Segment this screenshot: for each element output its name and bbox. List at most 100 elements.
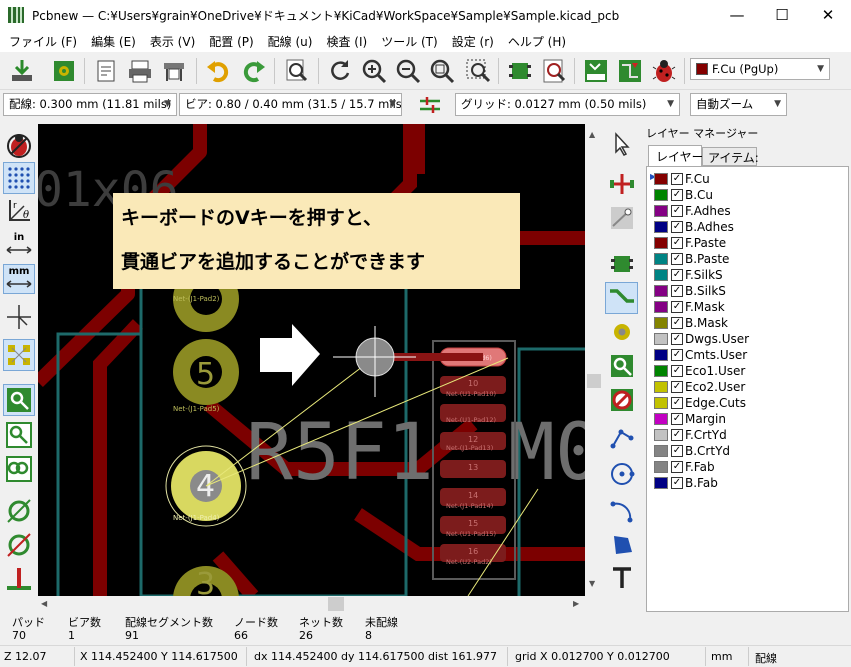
grid-toggle-button[interactable] (3, 162, 35, 194)
redo-icon[interactable] (240, 57, 268, 85)
horizontal-scroll-thumb[interactable] (328, 597, 344, 611)
save-board-icon[interactable] (8, 57, 36, 85)
grid-dropdown[interactable]: グリッド: 0.0127 mm (0.50 mils) ▼ (455, 93, 680, 116)
layer-visibility-checkbox[interactable]: ✓ (671, 189, 683, 201)
mm-units-button[interactable]: mm (3, 264, 35, 294)
layer-row-b-paste[interactable]: ✓ B.Paste (654, 251, 729, 267)
highlight-net-icon[interactable] (608, 170, 636, 198)
layer-visibility-checkbox[interactable]: ✓ (671, 221, 683, 233)
layer-visibility-checkbox[interactable]: ✓ (671, 381, 683, 393)
layer-row-dwgs-user[interactable]: ✓ Dwgs.User (654, 331, 749, 347)
add-keepout-icon[interactable] (608, 386, 636, 414)
layer-color-swatch[interactable] (654, 413, 668, 425)
route-track-button[interactable] (605, 282, 638, 314)
layer-color-swatch[interactable] (654, 333, 668, 345)
zoom-fit-icon[interactable] (428, 57, 456, 85)
menu-file[interactable]: ファイル (F) (2, 33, 84, 50)
undo-icon[interactable] (204, 57, 232, 85)
tab-items[interactable]: アイテム: (702, 147, 759, 166)
layer-visibility-checkbox[interactable]: ✓ (671, 461, 683, 473)
zoom-in-icon[interactable] (360, 57, 388, 85)
find-icon[interactable] (282, 57, 310, 85)
layer-row-f-fab[interactable]: ✓ F.Fab (654, 459, 715, 475)
vertical-scroll-thumb[interactable] (587, 374, 601, 388)
draw-line-icon[interactable] (608, 424, 636, 452)
layer-color-swatch[interactable] (654, 429, 668, 441)
print-icon[interactable] (126, 57, 154, 85)
layer-color-swatch[interactable] (654, 461, 668, 473)
footprint-viewer-icon[interactable] (540, 57, 568, 85)
menu-edit[interactable]: 編集 (E) (84, 33, 143, 50)
menu-tools[interactable]: ツール (T) (374, 33, 445, 50)
layer-color-swatch[interactable] (654, 477, 668, 489)
zone-fill-toggle-button[interactable] (3, 384, 35, 416)
board-setup-icon[interactable] (50, 57, 78, 85)
layer-color-swatch[interactable] (654, 397, 668, 409)
zoom-out-icon[interactable] (394, 57, 422, 85)
layer-visibility-checkbox[interactable]: ✓ (671, 365, 683, 377)
layer-row-f-cu[interactable]: ✓ F.Cu (654, 171, 710, 187)
local-ratsnest-icon[interactable] (608, 204, 636, 232)
layer-row-b-silks[interactable]: ✓ B.SilkS (654, 283, 726, 299)
layer-row-b-cu[interactable]: ✓ B.Cu (654, 187, 713, 203)
layer-row-eco2-user[interactable]: ✓ Eco2.User (654, 379, 745, 395)
ratsnest-toggle-button[interactable] (3, 339, 35, 371)
footprint-editor-icon[interactable] (506, 57, 534, 85)
layer-visibility-checkbox[interactable]: ✓ (671, 429, 683, 441)
draw-polygon-icon[interactable] (608, 530, 636, 558)
layer-color-swatch[interactable] (654, 221, 668, 233)
menu-preferences[interactable]: 設定 (r) (445, 33, 501, 50)
inch-units-button[interactable]: in (4, 232, 34, 258)
layer-color-swatch[interactable] (654, 285, 668, 297)
zone-sketch-icon[interactable] (4, 454, 34, 484)
select-cursor-icon[interactable] (608, 130, 636, 158)
scroll-left-icon[interactable]: ◀ (41, 599, 47, 608)
layer-visibility-checkbox[interactable]: ✓ (671, 445, 683, 457)
add-via-icon[interactable] (608, 318, 636, 346)
layer-row-b-fab[interactable]: ✓ B.Fab (654, 475, 718, 491)
layer-color-swatch[interactable] (654, 253, 668, 265)
layer-color-swatch[interactable] (654, 173, 668, 185)
layer-visibility-checkbox[interactable]: ✓ (671, 333, 683, 345)
drc-off-icon[interactable] (4, 130, 34, 160)
close-button[interactable]: ✕ (805, 0, 851, 30)
polar-coordinates-icon[interactable]: θr (4, 196, 34, 226)
menu-place[interactable]: 配置 (P) (202, 33, 260, 50)
draw-circle-icon[interactable] (608, 460, 636, 488)
add-text-icon[interactable] (608, 564, 636, 592)
layer-color-swatch[interactable] (654, 317, 668, 329)
layer-visibility-checkbox[interactable]: ✓ (671, 237, 683, 249)
minimize-button[interactable]: — (714, 0, 760, 30)
layer-visibility-checkbox[interactable]: ✓ (671, 413, 683, 425)
tab-layers[interactable]: レイヤー (648, 145, 704, 166)
drc-bug-icon[interactable] (650, 57, 678, 85)
layer-visibility-checkbox[interactable]: ✓ (671, 205, 683, 217)
track-sketch-icon[interactable] (4, 564, 34, 594)
draw-arc-icon[interactable] (608, 496, 636, 524)
layer-visibility-checkbox[interactable]: ✓ (671, 269, 683, 281)
update-pcb-icon[interactable] (616, 57, 644, 85)
layer-color-swatch[interactable] (654, 301, 668, 313)
layer-color-swatch[interactable] (654, 269, 668, 281)
scroll-up-icon[interactable]: ▲ (589, 130, 595, 139)
layer-row-f-paste[interactable]: ✓ F.Paste (654, 235, 726, 251)
via-sketch-icon[interactable] (4, 530, 34, 560)
via-size-dropdown[interactable]: ビア: 0.80 / 0.40 mm (31.5 / 15.7 mils) * ▼ (179, 93, 402, 116)
layer-row-f-adhes[interactable]: ✓ F.Adhes (654, 203, 731, 219)
layer-row-eco1-user[interactable]: ✓ Eco1.User (654, 363, 745, 379)
layer-color-swatch[interactable] (654, 237, 668, 249)
scroll-right-icon[interactable]: ▶ (573, 599, 579, 608)
layer-visibility-checkbox[interactable]: ✓ (671, 285, 683, 297)
layer-color-swatch[interactable] (654, 381, 668, 393)
layer-visibility-checkbox[interactable]: ✓ (671, 253, 683, 265)
page-settings-icon[interactable] (92, 57, 120, 85)
layer-row-f-crtyd[interactable]: ✓ F.CrtYd (654, 427, 727, 443)
menu-help[interactable]: ヘルプ (H) (501, 33, 573, 50)
layer-row-b-crtyd[interactable]: ✓ B.CrtYd (654, 443, 730, 459)
layer-color-swatch[interactable] (654, 365, 668, 377)
layer-row-margin[interactable]: ✓ Margin (654, 411, 726, 427)
add-zone-icon[interactable] (608, 352, 636, 380)
layer-color-swatch[interactable] (654, 349, 668, 361)
add-footprint-icon[interactable] (608, 250, 636, 278)
pad-sketch-icon[interactable] (4, 496, 34, 526)
